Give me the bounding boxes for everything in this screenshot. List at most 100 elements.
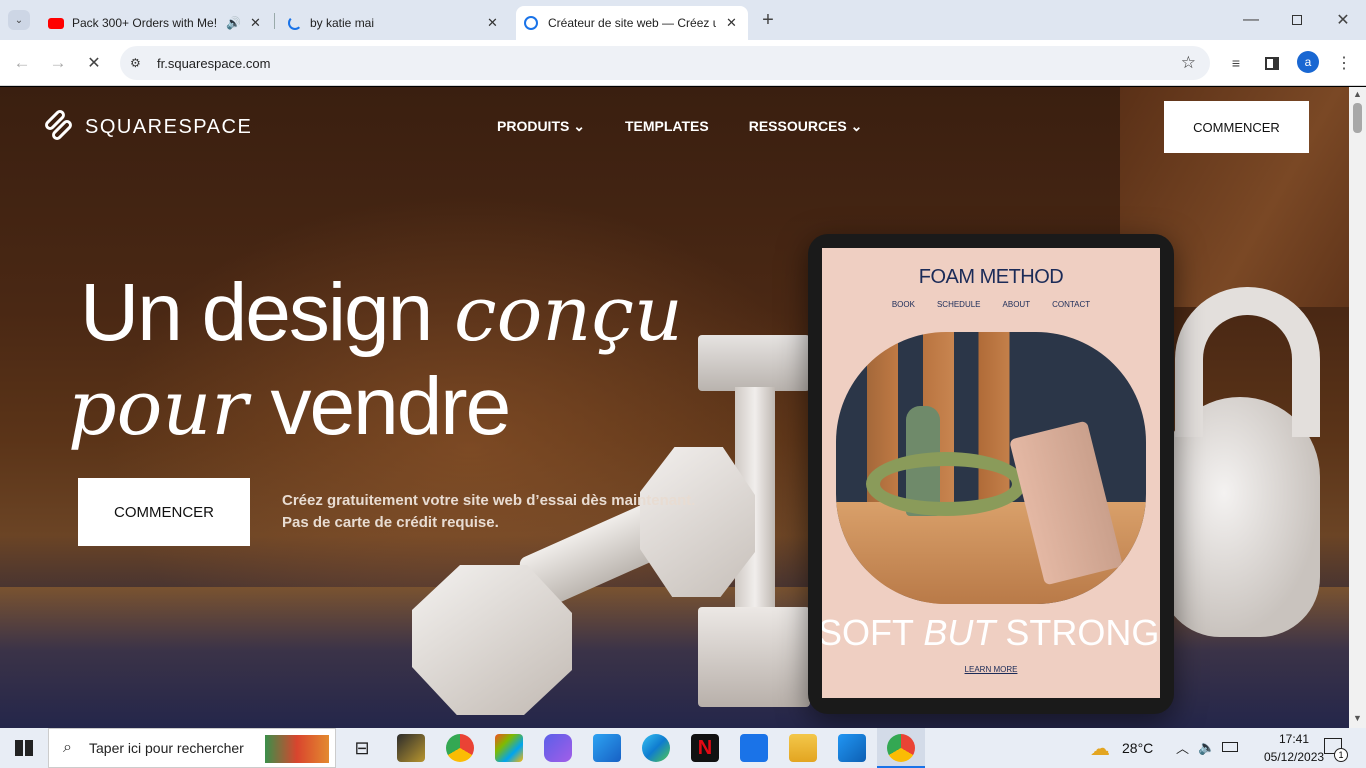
media-controls-icon[interactable]: ≡ [1224,51,1248,75]
microsoft-store-icon[interactable] [495,734,523,762]
dumbbell-upright-base [698,607,810,707]
tab-title: Pack 300+ Orders with Me! [72,16,216,30]
tablet-menu-about: ABOUT [1002,300,1031,309]
tablet-menu-schedule: SCHEDULE [936,300,981,309]
profile-avatar[interactable]: a [1297,51,1319,73]
nav-resources[interactable]: RESSOURCES ⌄ [749,118,863,135]
tab-title: Créateur de site web — Créez un [548,16,716,30]
battery-icon[interactable] [1222,742,1238,752]
page-scrollbar[interactable]: ▲ ▼ [1349,87,1366,728]
app-archicad-icon[interactable] [397,734,425,762]
windows-start-icon[interactable] [15,740,33,756]
back-icon[interactable]: ← [10,51,34,75]
url-text[interactable]: fr.squarespace.com [157,56,270,71]
tablet-menu-book: BOOK [891,300,915,309]
tab-youtube[interactable]: Pack 300+ Orders with Me! 🔊 ✕ [40,6,272,40]
close-icon[interactable]: ✕ [487,15,498,31]
hero-line-2: pour vendre [68,366,683,448]
tablet-learn-more-link[interactable]: LEARN MORE [822,665,1160,674]
tab-search-icon[interactable]: ⌄ [8,10,30,30]
tab-katie-mai[interactable]: by katie mai ✕ [278,6,510,40]
new-tab-icon[interactable]: + [756,9,780,31]
scroll-down-icon[interactable]: ▼ [1353,713,1362,723]
weather-icon[interactable]: ☁ [1090,736,1110,761]
menu-icon[interactable]: ⋮ [1332,51,1356,75]
hero-subtext: Créez gratuitement votre site web d’essa… [282,490,695,534]
weather-temp[interactable]: 28°C [1122,740,1153,756]
clock-time[interactable]: 17:41 [1264,732,1324,746]
squarespace-logo[interactable]: SQUARESPACE [40,107,253,143]
hero-line1-serif: conçu [454,269,683,358]
squarespace-favicon-icon [524,16,538,30]
chevron-down-icon: ⌄ [850,118,863,134]
nav-products[interactable]: PRODUITS ⌄ [497,118,585,135]
edge-icon[interactable] [642,734,670,762]
tab-squarespace[interactable]: Créateur de site web — Créez un ✕ [516,6,748,40]
clock-date[interactable]: 05/12/2023 [1264,750,1324,764]
app-purple-icon[interactable] [544,734,572,762]
nav-templates[interactable]: TEMPLATES [625,118,709,135]
volume-icon[interactable]: 🔈 [1198,739,1215,756]
search-placeholder: Taper ici pour rechercher [89,740,244,756]
webpage: SQUARESPACE PRODUITS ⌄ TEMPLATES RESSOUR… [0,87,1349,728]
vscode-icon[interactable] [838,734,866,762]
scrollbar-thumb[interactable] [1353,103,1362,133]
hero-line1-sans: Un design [80,267,433,358]
forward-icon[interactable]: → [46,51,70,75]
tablet-headline: SOFT BUT STRONG [822,612,1160,654]
bookmark-star-icon[interactable]: ☆ [1181,53,1196,73]
brand-name: SQUARESPACE [85,115,253,138]
mail-icon[interactable] [740,734,768,762]
close-icon[interactable]: ✕ [250,15,261,31]
tablet-ring [866,452,1026,516]
tab-divider [274,13,275,29]
youtube-icon [48,17,64,29]
task-view-icon[interactable]: ⊟ [348,734,376,762]
header-cta-button[interactable]: COMMENCER [1164,101,1309,153]
hero-subtext-line1: Créez gratuitement votre site web d’essa… [282,492,696,509]
hero-line2-sans: vendre [270,361,511,452]
site-info-icon[interactable]: ⚙ [130,56,141,70]
nav-products-label: PRODUITS [497,118,570,134]
gift-icon [265,735,329,763]
tab-strip: ⌄ Pack 300+ Orders with Me! 🔊 ✕ by katie… [0,0,1366,40]
tablet-mockup: FOAM METHOD BOOK SCHEDULE ABOUT CONTACT … [808,234,1174,714]
chrome-icon[interactable] [446,734,474,762]
tablet-headline-strong: STRONG [1005,612,1160,653]
hero-line-1: Un design conçu [80,272,683,366]
side-panel-icon[interactable] [1260,51,1284,75]
hero-headline: Un design conçu pour vendre [68,272,683,448]
netflix-icon[interactable]: N [691,734,719,762]
close-icon[interactable]: ✕ [726,15,737,31]
dumbbell-upright [698,335,810,391]
scroll-up-icon[interactable]: ▲ [1353,89,1362,99]
window-close-icon[interactable]: ✕ [1328,8,1358,32]
chevron-down-icon: ⌄ [573,118,585,134]
kettlebell-handle [1175,287,1320,437]
chrome-active-taskbar-item[interactable] [877,728,925,768]
notification-count: 1 [1334,748,1348,762]
tab-title: by katie mai [310,16,375,30]
toolbar: ← → ✕ ⚙ fr.squarespace.com ☆ ≡ a ⋮ [0,40,1366,86]
hero-cta-button[interactable]: COMMENCER [78,478,250,546]
squarespace-logo-icon [40,107,76,143]
address-bar[interactable]: ⚙ fr.squarespace.com ☆ [120,46,1210,80]
chrome-profile-icon [887,734,915,762]
speaker-icon[interactable]: 🔊 [226,16,241,30]
tablet-site-title: FOAM METHOD [918,266,1064,288]
restore-icon[interactable] [1282,8,1312,32]
taskbar-search-box[interactable]: ⌕ Taper ici pour rechercher [48,728,336,768]
tablet-hero-image [836,332,1146,604]
file-explorer-icon[interactable] [789,734,817,762]
minimize-icon[interactable]: — [1236,8,1266,32]
photos-icon[interactable] [593,734,621,762]
hero-subtext-line2: Pas de carte de crédit requise. [282,514,499,531]
stop-icon[interactable]: ✕ [82,51,106,75]
main-nav: PRODUITS ⌄ TEMPLATES RESSOURCES ⌄ [497,118,862,135]
tablet-screen: FOAM METHOD BOOK SCHEDULE ABOUT CONTACT … [822,248,1160,698]
tablet-site-menu: BOOK SCHEDULE ABOUT CONTACT [822,300,1160,309]
windows-taskbar: ⌕ Taper ici pour rechercher ⊟ N ☁ 28°C ︿… [0,728,1366,768]
tablet-headline-but: BUT [923,612,996,653]
tray-chevron-icon[interactable]: ︿ [1176,738,1189,757]
hero-line2-serif: pour [68,363,248,452]
